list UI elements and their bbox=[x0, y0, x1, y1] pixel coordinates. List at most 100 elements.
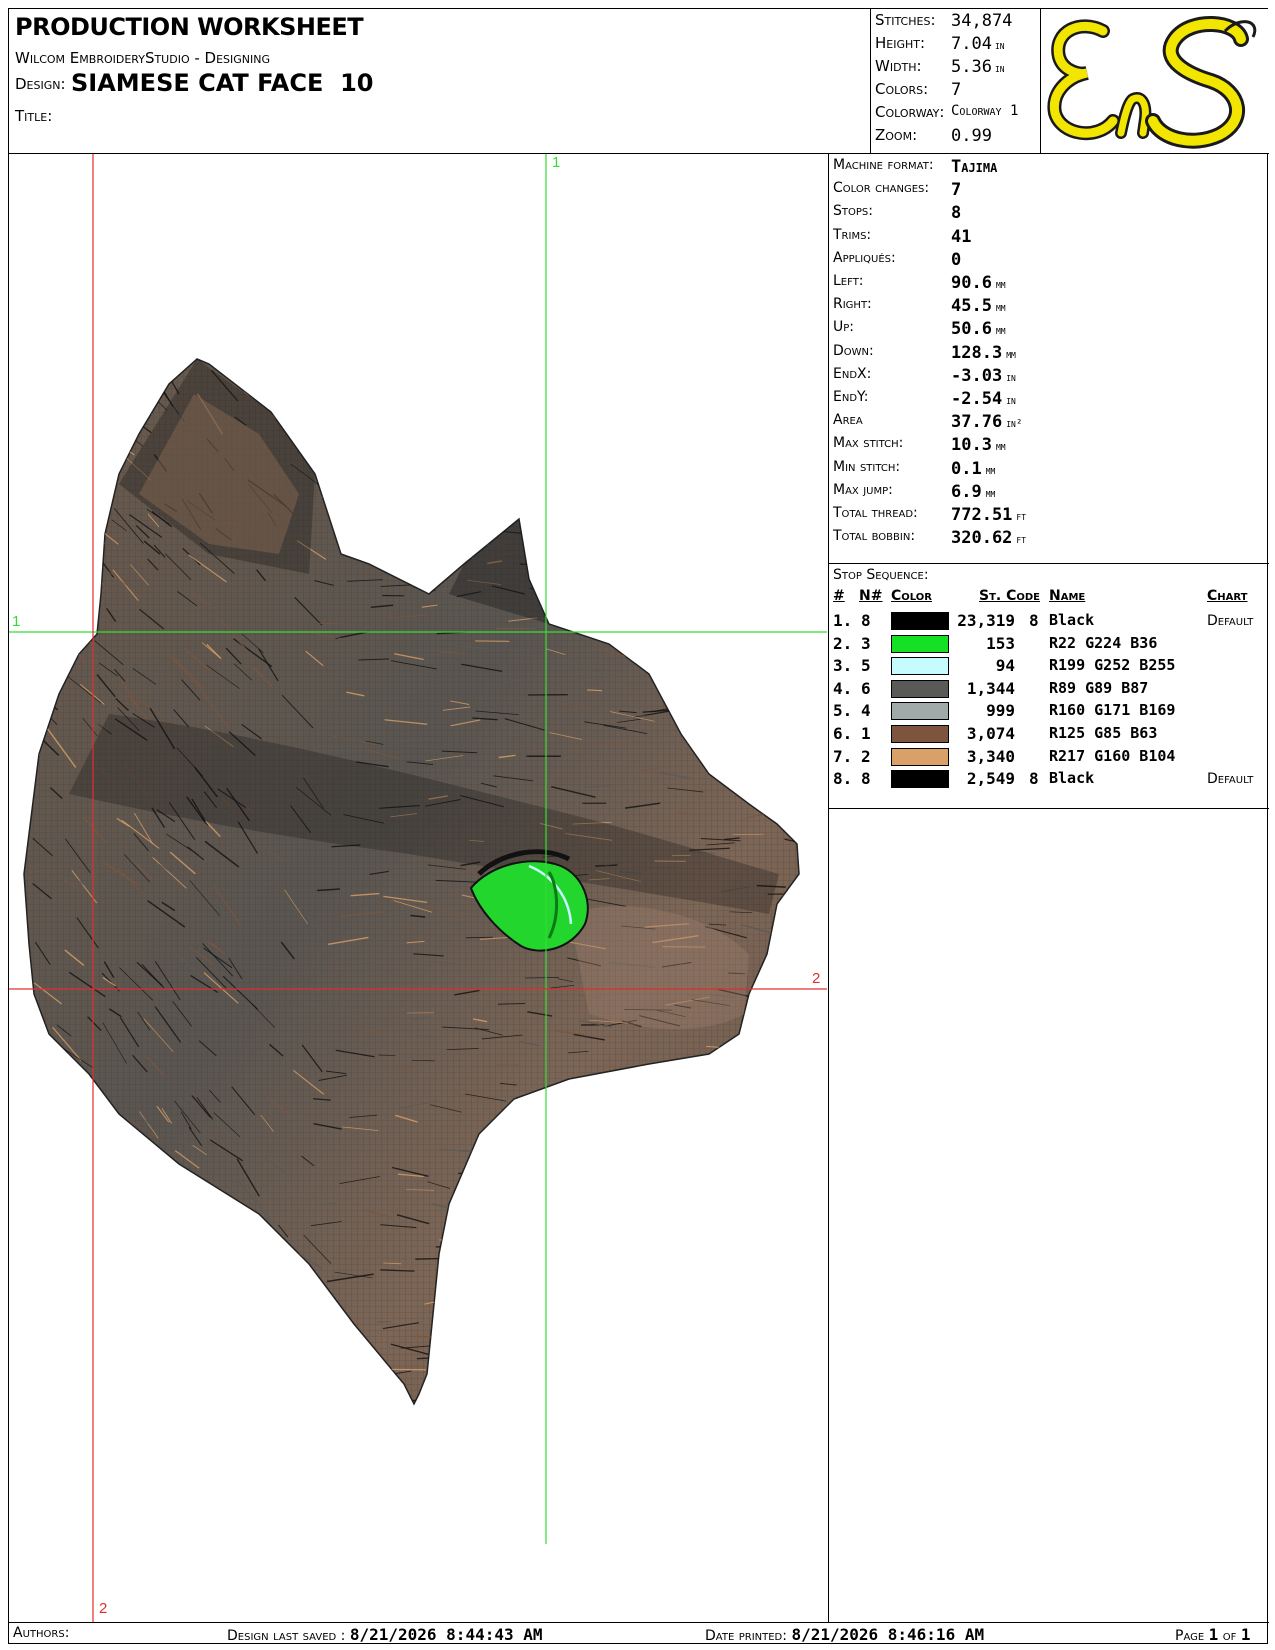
fur-stroke bbox=[509, 440, 537, 446]
color-swatch bbox=[891, 725, 949, 743]
stat-value: 50.6 mm bbox=[951, 319, 1006, 340]
summary-width: Width: 5.36 in bbox=[875, 57, 1005, 77]
fur-stroke bbox=[117, 1209, 146, 1229]
fur-stroke bbox=[772, 1145, 799, 1148]
fur-stroke bbox=[535, 1142, 570, 1148]
stat-label: Up: bbox=[833, 319, 854, 336]
fur-stroke bbox=[794, 385, 799, 390]
fur-stroke bbox=[674, 1235, 705, 1244]
fur-stroke bbox=[488, 1224, 533, 1232]
fur-stroke bbox=[550, 530, 572, 533]
fur-stroke bbox=[697, 478, 712, 482]
fur-stroke bbox=[333, 468, 349, 474]
fur-stroke bbox=[637, 1096, 661, 1100]
stop-needle: 3 bbox=[861, 633, 871, 653]
fur-stroke bbox=[750, 575, 793, 584]
fur-stroke bbox=[633, 646, 670, 657]
fur-stroke bbox=[225, 1265, 252, 1284]
fur-stroke bbox=[649, 561, 685, 567]
fur-stroke bbox=[628, 1373, 658, 1381]
fur-stroke bbox=[711, 1348, 739, 1358]
fur-stroke bbox=[439, 1238, 472, 1241]
fur-stroke bbox=[491, 359, 512, 360]
fur-stroke bbox=[128, 1172, 147, 1186]
fur-stroke bbox=[385, 452, 431, 461]
fur-stroke bbox=[606, 1072, 651, 1082]
fur-stroke bbox=[91, 375, 111, 403]
fur-stroke bbox=[764, 694, 794, 698]
fur-stroke bbox=[131, 1211, 164, 1232]
fur-stroke bbox=[549, 1304, 594, 1308]
fur-stroke bbox=[158, 1254, 175, 1267]
fur-stroke bbox=[283, 382, 294, 397]
stat-row: EndY: -2.54 in bbox=[833, 389, 1016, 409]
fur-stroke bbox=[529, 1271, 570, 1278]
fur-stroke bbox=[466, 1372, 510, 1375]
stat-value: 7 bbox=[951, 180, 962, 201]
fur-stroke bbox=[450, 1246, 469, 1250]
fur-stroke bbox=[262, 1374, 287, 1403]
machine-stats: Machine format: Tajima Color changes: 7 Stop… bbox=[829, 154, 1269, 564]
fur-stroke bbox=[58, 555, 95, 580]
fur-stroke bbox=[598, 632, 615, 637]
stat-value: 6.9 mm bbox=[951, 481, 996, 502]
fur-stroke bbox=[131, 367, 155, 401]
fur-stroke bbox=[83, 586, 98, 602]
fur-stroke bbox=[595, 1113, 618, 1118]
stat-row: Max jump: 6.9 mm bbox=[833, 482, 995, 502]
fur-stroke bbox=[78, 1317, 98, 1350]
stat-value: 90.6 mm bbox=[951, 273, 1006, 293]
fur-stroke bbox=[749, 462, 796, 465]
fur-stroke bbox=[420, 1400, 446, 1404]
fur-stroke bbox=[436, 451, 476, 459]
fur-stroke bbox=[625, 555, 661, 558]
fur-stroke bbox=[561, 493, 605, 497]
fur-stroke bbox=[211, 1239, 220, 1253]
fur-stroke bbox=[57, 1325, 87, 1355]
fur-stroke bbox=[109, 370, 122, 387]
fur-stroke bbox=[574, 1171, 590, 1176]
fur-stroke bbox=[647, 1100, 667, 1107]
fur-stroke bbox=[311, 385, 336, 389]
fur-stroke bbox=[769, 992, 795, 995]
fur-stroke bbox=[786, 576, 799, 580]
stat-label: Total thread: bbox=[833, 505, 918, 521]
fur-stroke bbox=[758, 663, 788, 667]
stop-name: R89 G89 B87 bbox=[1049, 678, 1149, 697]
fur-stroke bbox=[672, 400, 713, 404]
fur-stroke bbox=[686, 700, 728, 712]
fur-stroke bbox=[664, 404, 689, 409]
fur-stroke bbox=[683, 386, 698, 392]
fur-stroke bbox=[106, 1271, 124, 1287]
fur-stroke bbox=[108, 1259, 119, 1273]
fur-stroke bbox=[485, 1233, 513, 1239]
stop-name: R160 G171 B169 bbox=[1049, 701, 1176, 720]
fur-stroke bbox=[696, 1297, 732, 1302]
fur-stroke bbox=[409, 497, 429, 500]
stat-label: Max stitch: bbox=[833, 435, 904, 452]
fur-stroke bbox=[679, 1302, 727, 1310]
summary-zoom: Zoom: 0.99 bbox=[875, 126, 992, 146]
fur-stroke bbox=[31, 1355, 53, 1370]
color-swatch bbox=[891, 612, 949, 630]
fur-stroke bbox=[719, 1203, 744, 1211]
fur-stroke bbox=[42, 545, 56, 567]
fur-stroke bbox=[635, 1313, 667, 1325]
fur-stroke bbox=[172, 1252, 196, 1277]
fur-stroke bbox=[495, 1285, 517, 1288]
fur-stroke bbox=[98, 431, 135, 456]
stop-name: R217 G160 B104 bbox=[1049, 746, 1176, 765]
fur-stroke bbox=[771, 615, 799, 629]
guide-label-red-v: 2 bbox=[99, 1600, 108, 1617]
fur-stroke bbox=[641, 1162, 683, 1166]
stop-num: 6. bbox=[833, 724, 853, 743]
fur-stroke bbox=[142, 1310, 155, 1326]
title-label: Title: bbox=[15, 107, 53, 125]
fur-stroke bbox=[666, 556, 690, 560]
stat-row: Right: 45.5 mm bbox=[833, 296, 1006, 316]
fur-stroke bbox=[796, 740, 799, 751]
design-canvas[interactable]: 1 1 2 2 bbox=[9, 154, 829, 1622]
fur-stroke bbox=[473, 1385, 495, 1389]
fur-stroke bbox=[792, 1336, 799, 1340]
fur-stroke bbox=[34, 1258, 72, 1288]
